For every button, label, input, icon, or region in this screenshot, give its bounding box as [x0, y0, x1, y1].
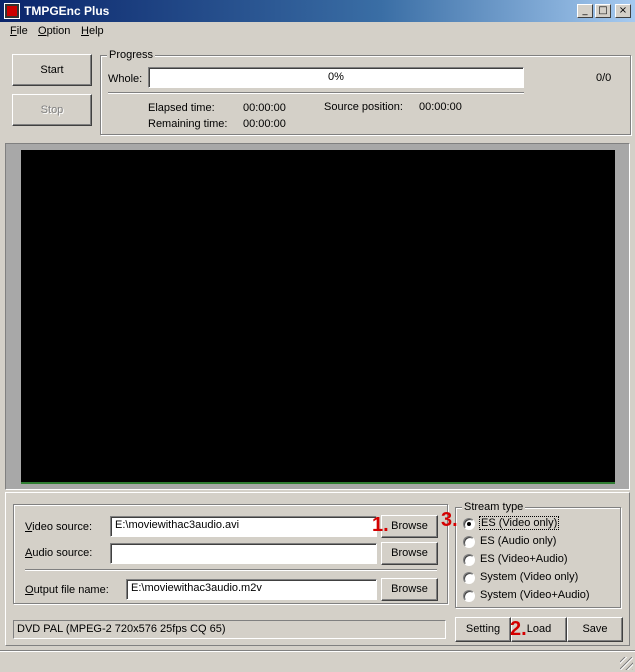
menu-help[interactable]: Help — [81, 25, 104, 37]
minimize-button[interactable]: _ — [577, 4, 593, 18]
status-bar — [0, 650, 635, 672]
remaining-value: 00:00:00 — [243, 118, 286, 130]
setting-button[interactable]: Setting — [455, 617, 511, 642]
option-es-video-audio[interactable]: ES (Video+Audio) — [480, 553, 568, 565]
maximize-button[interactable]: □ — [595, 4, 611, 18]
radio-es-audio-only[interactable] — [463, 536, 475, 548]
output-browse-button[interactable]: Browse — [381, 578, 438, 601]
radio-es-video-audio[interactable] — [463, 554, 475, 566]
profile-display: DVD PAL (MPEG-2 720x576 25fps CQ 65) — [13, 620, 446, 639]
video-source-value: E:\moviewithac3audio.avi — [115, 519, 240, 531]
resize-grip-icon[interactable] — [620, 657, 633, 670]
radio-es-video-only[interactable] — [463, 518, 475, 530]
close-button[interactable]: × — [615, 4, 631, 18]
option-es-video-only[interactable]: ES (Video only) — [478, 516, 560, 530]
remaining-label: Remaining time: — [148, 118, 228, 130]
whole-progress-bar: 0% — [148, 67, 524, 88]
elapsed-value: 00:00:00 — [243, 102, 286, 114]
title-bar: TMPGEnc Plus _ □ × — [0, 0, 635, 22]
video-source-field[interactable]: E:\moviewithac3audio.avi — [110, 516, 377, 537]
video-source-label: Video source: — [25, 521, 93, 533]
output-file-field[interactable]: E:\moviewithac3audio.m2v — [126, 579, 377, 600]
stream-type-label: Stream type — [462, 501, 526, 513]
option-es-audio-only[interactable]: ES (Audio only) — [480, 535, 556, 547]
menu-option[interactable]: Option — [38, 25, 70, 37]
window-title: TMPGEnc Plus — [24, 4, 110, 18]
video-browse-button[interactable]: Browse — [381, 515, 438, 538]
progress-divider — [108, 92, 524, 94]
start-button[interactable]: Start — [12, 54, 92, 86]
sources-divider — [25, 569, 437, 571]
audio-source-label: Audio source: — [25, 547, 93, 559]
source-position-label: Source position: — [324, 101, 403, 113]
menu-bar: File Option Help — [0, 22, 635, 42]
output-file-label: Output file name: — [25, 584, 109, 596]
annotation-1: 1. — [372, 514, 389, 536]
progress-count: 0/0 — [596, 72, 612, 84]
stop-button[interactable]: Stop — [12, 94, 92, 126]
option-system-video-audio[interactable]: System (Video+Audio) — [480, 589, 590, 601]
progress-group-label: Progress — [107, 49, 156, 61]
menu-file[interactable]: File — [10, 25, 28, 37]
elapsed-label: Elapsed time: — [148, 102, 215, 114]
progress-percent: 0% — [328, 71, 344, 83]
preview-area — [5, 143, 630, 490]
save-button[interactable]: Save — [567, 617, 623, 642]
audio-source-field[interactable] — [110, 543, 377, 564]
profile-text: DVD PAL (MPEG-2 720x576 25fps CQ 65) — [17, 623, 226, 635]
radio-system-video-audio[interactable] — [463, 590, 475, 602]
output-file-value: E:\moviewithac3audio.m2v — [131, 582, 262, 594]
annotation-2: 2. — [510, 618, 527, 640]
whole-label: Whole: — [108, 73, 143, 85]
source-position-value: 00:00:00 — [419, 101, 462, 113]
app-icon — [4, 3, 20, 19]
video-preview — [21, 150, 615, 484]
option-system-video-only[interactable]: System (Video only) — [480, 571, 578, 583]
radio-system-video-only[interactable] — [463, 572, 475, 584]
audio-browse-button[interactable]: Browse — [381, 542, 438, 565]
annotation-3: 3. — [441, 509, 458, 531]
